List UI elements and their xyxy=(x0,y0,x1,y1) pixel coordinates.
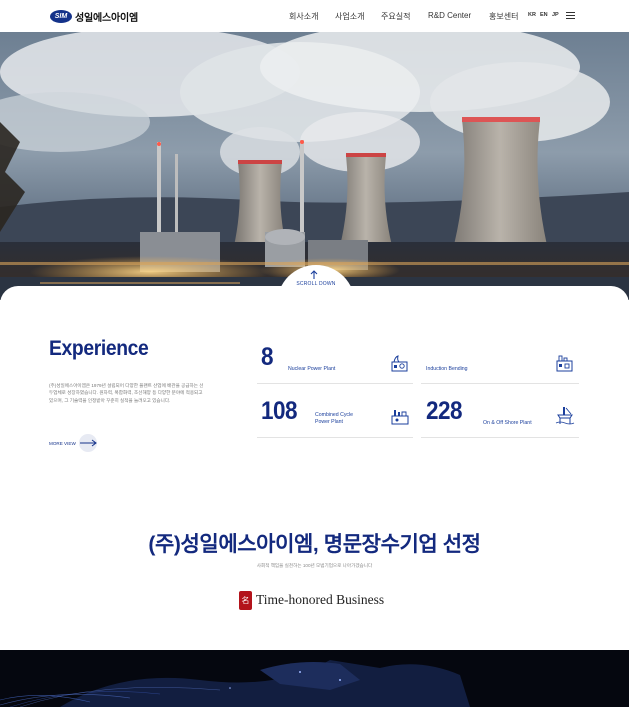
stat-label-line1: Combined Cycle xyxy=(315,412,354,418)
time-honored-text: Time-honored Business xyxy=(256,592,385,607)
site-header: SIM 성일에스아이엠 회사소개 사업소개 주요실적 R&D Center 홍보… xyxy=(0,0,629,32)
stat-divider xyxy=(257,437,413,438)
stat-label-line2: Power Plant xyxy=(315,419,343,425)
stat-divider xyxy=(257,383,413,384)
stat-number: 108 xyxy=(261,397,297,425)
award-headline: (주)성일에스아이엠, 명문장수기업 선정 xyxy=(148,533,481,556)
nav-item-company[interactable]: 회사소개 xyxy=(289,11,318,22)
hero-image-power-plant xyxy=(0,32,629,300)
nav-item-rnd-center[interactable]: R&D Center xyxy=(428,11,471,20)
stat-number: 228 xyxy=(426,397,462,425)
lang-jp[interactable]: JP xyxy=(552,12,559,18)
nav-item-pr-center[interactable]: 홍보센터 xyxy=(489,11,518,22)
lang-en[interactable]: EN xyxy=(540,12,548,18)
experience-title: Experience xyxy=(49,337,149,360)
stat-divider xyxy=(421,383,579,384)
global-network-banner xyxy=(0,650,629,707)
red-seal-icon: 名 xyxy=(239,590,252,610)
factory-icon xyxy=(556,355,573,372)
award-subline: 사회적 책임을 실천하는 100년 모범기업으로 나아가겠습니다 xyxy=(256,563,373,568)
arrow-right-icon xyxy=(79,439,97,447)
more-view-button[interactable]: MORE VIEW xyxy=(49,434,98,452)
stat-number: 8 xyxy=(261,343,274,371)
nav-item-achievements[interactable]: 주요실적 xyxy=(381,11,410,22)
power-plant-icon xyxy=(391,410,409,425)
nav-item-business[interactable]: 사업소개 xyxy=(335,11,364,22)
stat-divider xyxy=(421,437,579,438)
stat-label: Induction Bending xyxy=(426,366,468,372)
stat-label: Nuclear Power Plant xyxy=(288,366,336,372)
offshore-rig-icon xyxy=(555,407,575,425)
experience-description: (주)성일에스아이엠은 1979년 설립되어 다양한 플랜트 산업에 배관을 공… xyxy=(49,383,204,403)
time-honored-badge: 名 Time-honored Business xyxy=(239,589,384,611)
hamburger-menu-icon[interactable] xyxy=(566,12,575,19)
lang-kr[interactable]: KR xyxy=(528,12,536,18)
scroll-down-label[interactable]: SCROLL DOWN xyxy=(277,281,355,287)
more-view-label: MORE VIEW xyxy=(49,440,76,446)
stat-label: On & Off Shore Plant xyxy=(483,420,532,426)
nuclear-plant-icon xyxy=(391,355,408,372)
arrow-up-icon xyxy=(310,270,318,279)
